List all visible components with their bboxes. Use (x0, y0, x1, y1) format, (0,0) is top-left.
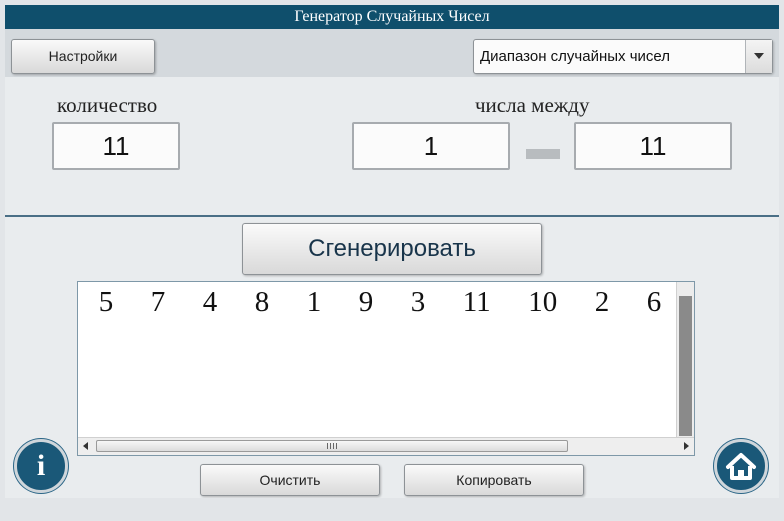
output-area[interactable]: 5 7 4 8 1 9 3 11 10 2 6 (77, 281, 695, 456)
vertical-scrollbar[interactable] (676, 282, 694, 438)
settings-button[interactable]: Настройки (11, 39, 155, 74)
toolbar: Настройки Диапазон случайных чисел (5, 29, 779, 77)
section-divider (5, 215, 779, 217)
range-max-input[interactable]: 11 (574, 122, 732, 170)
clear-button[interactable]: Очистить (200, 464, 380, 496)
scroll-left-icon[interactable] (78, 438, 94, 454)
copy-button[interactable]: Копировать (404, 464, 584, 496)
scroll-right-icon[interactable] (678, 438, 694, 454)
range-min-input[interactable]: 1 (352, 122, 510, 170)
home-icon (726, 453, 756, 480)
range-dash (526, 149, 560, 159)
output-number: 4 (202, 286, 218, 318)
info-icon: i (36, 449, 46, 482)
horizontal-scrollbar[interactable] (78, 437, 694, 455)
output-number: 8 (254, 286, 270, 318)
output-number: 2 (594, 286, 610, 318)
vertical-scroll-thumb[interactable] (679, 296, 692, 436)
home-button[interactable] (714, 439, 768, 493)
generate-button[interactable]: Сгенерировать (242, 223, 542, 275)
mode-select-value: Диапазон случайных чисел (480, 48, 670, 65)
output-number: 11 (462, 286, 491, 318)
output-number: 7 (150, 286, 166, 318)
mode-select[interactable]: Диапазон случайных чисел (473, 39, 773, 74)
output-number: 9 (358, 286, 374, 318)
window-title: Генератор Случайных Чисел (5, 5, 779, 29)
output-number: 3 (410, 286, 426, 318)
count-input[interactable]: 11 (52, 122, 180, 170)
output-number: 6 (646, 286, 662, 318)
count-label: количество (57, 93, 158, 117)
range-label: числа между (475, 93, 590, 117)
info-button[interactable]: i (14, 439, 68, 493)
output-number: 10 (528, 286, 558, 318)
output-numbers: 5 7 4 8 1 9 3 11 10 2 6 (80, 286, 680, 326)
output-number: 1 (306, 286, 322, 318)
horizontal-scroll-thumb[interactable] (96, 440, 568, 452)
chevron-down-icon[interactable] (745, 40, 772, 73)
app-window: Генератор Случайных Чисел Настройки Диап… (5, 5, 779, 498)
grip-icon (327, 443, 337, 449)
output-number: 5 (98, 286, 114, 318)
